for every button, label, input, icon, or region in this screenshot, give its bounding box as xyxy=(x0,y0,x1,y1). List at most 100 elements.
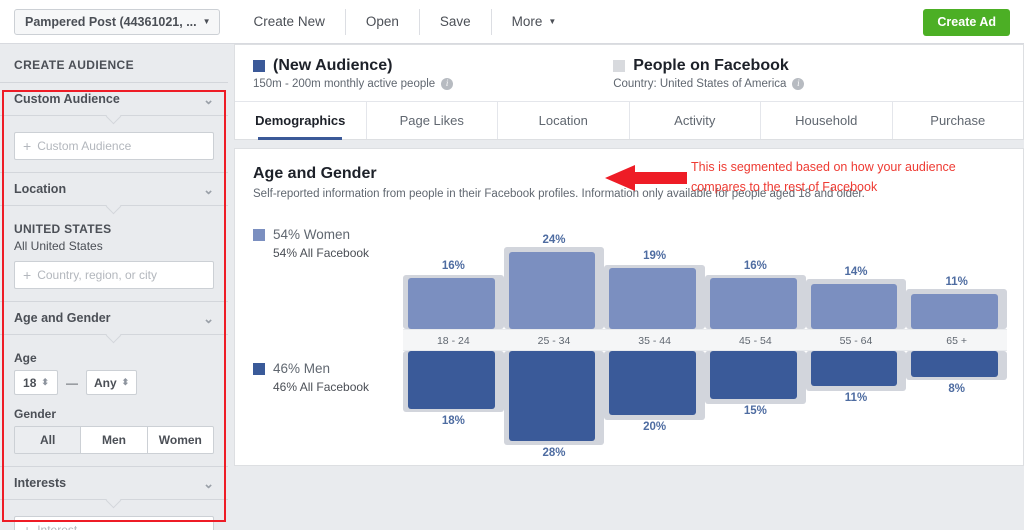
tab-page-likes[interactable]: Page Likes xyxy=(367,102,498,139)
left-arrow-icon xyxy=(605,165,687,191)
info-icon[interactable]: i xyxy=(441,77,454,90)
age-range-row: 18 ⬍ — Any ⬍ xyxy=(14,370,214,395)
plus-icon: + xyxy=(23,138,32,154)
age-max-stepper[interactable]: Any ⬍ xyxy=(86,370,138,395)
tab-label: Activity xyxy=(674,113,716,128)
legend-men-label: 46% Men xyxy=(273,361,331,376)
bar-men-18-24[interactable] xyxy=(408,351,495,409)
audience-subtitle: 150m - 200m monthly active people xyxy=(253,77,436,90)
bar-women-65+[interactable] xyxy=(911,293,998,329)
section-notch xyxy=(0,499,228,508)
stepper-arrows-icon: ⬍ xyxy=(41,377,49,387)
audience-insights-app: Pampered Post (44361021, ... ▼ Create Ne… xyxy=(0,0,1024,530)
bar-men-45-54[interactable] xyxy=(710,351,797,399)
value-label-women: 19% xyxy=(643,250,667,263)
age-max-value: Any xyxy=(94,375,117,390)
tab-label: Household xyxy=(795,113,858,128)
menu-label: Open xyxy=(365,14,399,29)
tab-activity[interactable]: Activity xyxy=(630,102,761,139)
comparison-title: People on Facebook xyxy=(633,56,789,74)
section-notch xyxy=(0,334,228,343)
tab-demographics[interactable]: Demographics xyxy=(235,102,367,140)
bar-men-35-44[interactable] xyxy=(609,351,696,415)
value-label-men: 20% xyxy=(643,421,667,433)
value-label-women: 14% xyxy=(844,266,868,279)
plus-icon: + xyxy=(23,522,32,530)
tab-household[interactable]: Household xyxy=(761,102,893,139)
top-toolbar: Pampered Post (44361021, ... ▼ Create Ne… xyxy=(0,0,1024,44)
axis-label-25-34: 25 - 34 xyxy=(537,335,571,347)
age-range-dash: — xyxy=(66,375,78,390)
chevron-down-icon: ▼ xyxy=(202,17,211,26)
sidebar-heading: CREATE AUDIENCE xyxy=(14,58,135,72)
chevron-down-icon: ▼ xyxy=(548,17,557,26)
menu-item-open[interactable]: Open xyxy=(346,8,420,35)
comparison-summary: People on Facebook Country: United State… xyxy=(613,56,805,90)
section-tabs: Demographics Page Likes Location Activit… xyxy=(235,101,1024,140)
value-label-women: 11% xyxy=(945,275,968,288)
axis-label-45-54: 45 - 54 xyxy=(738,335,772,347)
menu-item-more[interactable]: More ▼ xyxy=(492,9,577,35)
info-icon[interactable]: i xyxy=(792,77,805,90)
bar-women-55-64[interactable] xyxy=(810,284,898,329)
menu-item-create-new[interactable]: Create New xyxy=(234,8,346,35)
value-label-women: 16% xyxy=(441,259,465,272)
section-title: Custom Audience xyxy=(14,92,120,106)
new-audience-summary: (New Audience) 150m - 200m monthly activ… xyxy=(253,56,454,90)
axis-label-65+: 65 + xyxy=(946,335,968,347)
value-label-men: 28% xyxy=(542,446,566,459)
age-min-stepper[interactable]: 18 ⬍ xyxy=(14,370,58,395)
annotation: This is segmented based on how your audi… xyxy=(605,157,956,197)
plus-icon: + xyxy=(23,267,32,283)
annotation-line-1: This is segmented based on how your audi… xyxy=(691,160,956,174)
toolbar-menu: Create New Open Save More ▼ xyxy=(234,0,577,44)
interest-input[interactable]: + Interest xyxy=(14,516,214,530)
bar-men-65+[interactable] xyxy=(911,351,998,377)
annotation-text: This is segmented based on how your audi… xyxy=(691,157,956,197)
bar-men-55-64[interactable] xyxy=(810,351,898,387)
legend-women-label: 54% Women xyxy=(273,227,351,242)
audience-title: (New Audience) xyxy=(273,56,393,74)
bar-women-35-44[interactable] xyxy=(609,268,696,329)
axis-label-55-64: 55 - 64 xyxy=(839,335,873,347)
comparison-color-swatch xyxy=(613,59,626,72)
value-label-men: 18% xyxy=(441,414,465,427)
section-title: Location xyxy=(14,182,67,196)
gender-option-women[interactable]: Women xyxy=(147,427,213,453)
bar-women-25-34[interactable] xyxy=(508,252,596,329)
gender-option-men[interactable]: Men xyxy=(81,427,148,453)
men-color-swatch xyxy=(253,362,265,375)
input-placeholder: Custom Audience xyxy=(37,139,132,153)
legend-women-benchmark: 54% All Facebook xyxy=(273,246,370,260)
bar-women-45-54[interactable] xyxy=(710,277,797,329)
value-label-women: 24% xyxy=(542,234,566,247)
custom-audience-input[interactable]: + Custom Audience xyxy=(14,132,214,160)
bar-men-25-34[interactable] xyxy=(508,351,596,441)
section-title: Age and Gender xyxy=(14,311,111,325)
menu-item-save[interactable]: Save xyxy=(420,8,492,35)
gender-option-all[interactable]: All xyxy=(15,427,82,453)
account-selector[interactable]: Pampered Post (44361021, ... ▼ xyxy=(14,8,220,35)
audience-header-panel: (New Audience) 150m - 200m monthly activ… xyxy=(234,44,1024,140)
section-title: Interests xyxy=(14,476,67,490)
age-gender-body: Age 18 ⬍ — Any ⬍ Gender All Men Women xyxy=(0,334,228,466)
tab-label: Location xyxy=(538,113,588,128)
location-input[interactable]: + Country, region, or city xyxy=(14,261,214,289)
tab-location[interactable]: Location xyxy=(498,102,630,139)
location-body: UNITED STATES All United States + Countr… xyxy=(0,205,228,301)
age-label: Age xyxy=(14,351,37,365)
input-placeholder: Interest xyxy=(37,523,78,530)
custom-audience-body: + Custom Audience xyxy=(0,115,228,172)
age-axis: 18 - 24 25 - 34 35 - 44 45 - 54 55 - 64 65 + xyxy=(403,329,1007,351)
tab-label: Page Likes xyxy=(399,113,464,128)
value-label-men: 11% xyxy=(844,392,868,405)
tab-purchase[interactable]: Purchase xyxy=(893,102,1024,139)
bar-women-18-24[interactable] xyxy=(408,277,495,329)
gender-segmented-control: All Men Women xyxy=(14,426,214,454)
create-ad-button[interactable]: Create Ad xyxy=(923,9,1010,36)
tab-label: Demographics xyxy=(255,113,346,128)
comparison-subtitle: Country: United States of America xyxy=(613,77,787,90)
chevron-down-icon: ⌄ xyxy=(203,475,214,491)
annotation-line-2: compares to the rest of Facebook xyxy=(691,180,878,194)
section-notch xyxy=(0,205,228,214)
